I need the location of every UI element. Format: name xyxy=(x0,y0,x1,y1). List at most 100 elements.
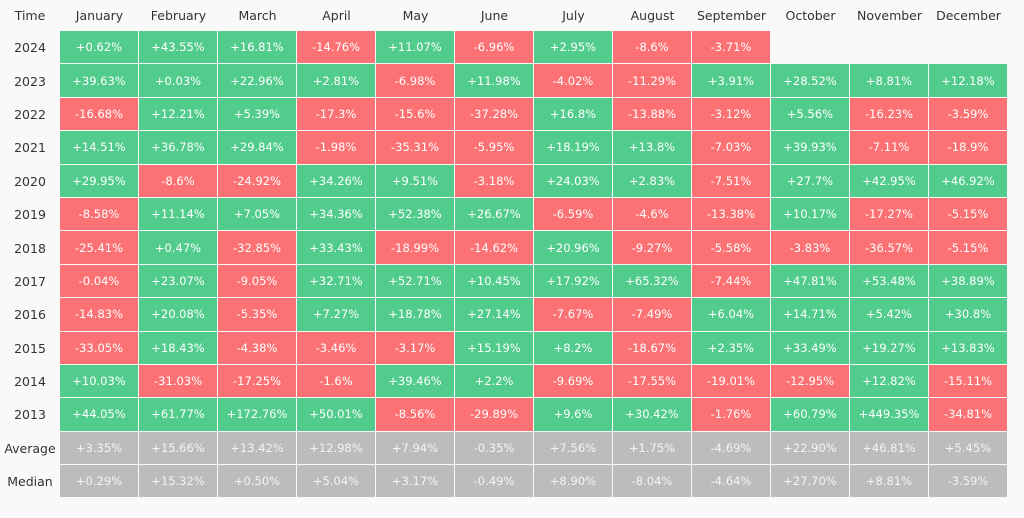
cell-2015-october: +33.49% xyxy=(771,331,849,364)
cell-2019-january: -8.58% xyxy=(60,197,138,231)
cell-2022-may: -15.6% xyxy=(376,97,454,131)
cell-2021-january: +14.51% xyxy=(60,131,138,164)
cell-2015-february: +18.43% xyxy=(139,331,217,364)
cell-2017-september: -7.44% xyxy=(692,264,770,298)
cell-median-october: +27.70% xyxy=(771,465,849,498)
cell-2013-march: +172.76% xyxy=(218,398,296,431)
cell-average-september: -4.69% xyxy=(692,431,770,465)
cell-2014-may: +39.46% xyxy=(376,364,454,398)
column-header-july: July xyxy=(562,7,585,23)
cell-2024-january: +0.62% xyxy=(60,31,138,64)
cell-average-april: +12.98% xyxy=(297,431,375,465)
row-label-average: Average xyxy=(4,440,56,456)
column-header-march: March xyxy=(238,7,277,23)
empty-cell xyxy=(929,31,1007,63)
cell-2023-may: -6.98% xyxy=(376,64,454,97)
cell-2015-april: -3.46% xyxy=(297,331,375,364)
cell-average-march: +13.42% xyxy=(218,431,296,465)
cell-2015-september: +2.35% xyxy=(692,331,770,364)
cell-2016-july: -7.67% xyxy=(534,298,612,331)
cell-2013-july: +9.6% xyxy=(534,398,612,431)
cell-2022-february: +12.21% xyxy=(139,97,217,131)
cell-2014-june: +2.2% xyxy=(455,364,533,398)
column-header-november: November xyxy=(856,7,923,23)
cell-median-july: +8.90% xyxy=(534,465,612,498)
cell-2021-october: +39.93% xyxy=(771,131,849,164)
cell-2018-march: -32.85% xyxy=(218,231,296,264)
cell-2018-september: -5.58% xyxy=(692,231,770,264)
cell-2022-january: -16.68% xyxy=(60,97,138,131)
cell-2021-may: -35.31% xyxy=(376,131,454,164)
cell-2024-september: -3.71% xyxy=(692,31,770,64)
cell-average-january: +3.35% xyxy=(60,431,138,465)
cell-2023-november: +8.81% xyxy=(850,64,928,97)
column-header-may: May xyxy=(402,7,429,23)
cell-2019-december: -5.15% xyxy=(929,197,1007,231)
cell-2013-june: -29.89% xyxy=(455,398,533,431)
cell-2022-september: -3.12% xyxy=(692,97,770,131)
cell-2023-march: +22.96% xyxy=(218,64,296,97)
cell-2023-august: -11.29% xyxy=(613,64,691,97)
cell-2015-november: +19.27% xyxy=(850,331,928,364)
cell-average-october: +22.90% xyxy=(771,431,849,465)
cell-median-december: -3.59% xyxy=(929,465,1007,498)
cell-2024-august: -8.6% xyxy=(613,31,691,64)
cell-2015-december: +13.83% xyxy=(929,331,1007,364)
cell-2024-february: +43.55% xyxy=(139,31,217,64)
row-label-median: Median xyxy=(7,474,53,490)
cell-2016-january: -14.83% xyxy=(60,298,138,331)
cell-average-may: +7.94% xyxy=(376,431,454,465)
cell-2017-february: +23.07% xyxy=(139,264,217,298)
cell-2016-august: -7.49% xyxy=(613,298,691,331)
row-label-2018: 2018 xyxy=(14,240,46,256)
cell-2018-may: -18.99% xyxy=(376,231,454,264)
cell-2018-july: +20.96% xyxy=(534,231,612,264)
cell-2013-november: +449.35% xyxy=(850,398,928,431)
cell-2021-november: -7.11% xyxy=(850,131,928,164)
cell-2019-february: +11.14% xyxy=(139,197,217,231)
cell-median-april: +5.04% xyxy=(297,465,375,498)
cell-2015-july: +8.2% xyxy=(534,331,612,364)
row-label-2013: 2013 xyxy=(14,407,46,423)
monthly-returns-heatmap: Time January February March April May June July… xyxy=(0,0,1008,498)
cell-2014-september: -19.01% xyxy=(692,364,770,398)
cell-2022-november: -16.23% xyxy=(850,97,928,131)
row-label-2017: 2017 xyxy=(14,273,46,289)
cell-2023-february: +0.03% xyxy=(139,64,217,97)
cell-2021-december: -18.9% xyxy=(929,131,1007,164)
cell-2018-february: +0.47% xyxy=(139,231,217,264)
cell-2019-april: +34.36% xyxy=(297,197,375,231)
cell-2023-july: -4.02% xyxy=(534,64,612,97)
cell-median-february: +15.32% xyxy=(139,465,217,498)
empty-cell xyxy=(771,31,849,63)
empty-cell xyxy=(850,31,928,63)
row-label-2020: 2020 xyxy=(14,173,46,189)
cell-2019-june: +26.67% xyxy=(455,197,533,231)
cell-2013-may: -8.56% xyxy=(376,398,454,431)
header-corner-label: Time xyxy=(14,7,46,23)
cell-2020-july: +24.03% xyxy=(534,164,612,197)
cell-2013-january: +44.05% xyxy=(60,398,138,431)
cell-2023-april: +2.81% xyxy=(297,64,375,97)
column-header-january: January xyxy=(75,7,124,23)
cell-2016-september: +6.04% xyxy=(692,298,770,331)
cell-2020-september: -7.51% xyxy=(692,164,770,197)
cell-median-march: +0.50% xyxy=(218,465,296,498)
cell-2019-october: +10.17% xyxy=(771,197,849,231)
cell-2018-october: -3.83% xyxy=(771,231,849,264)
cell-2021-september: -7.03% xyxy=(692,131,770,164)
cell-2013-december: -34.81% xyxy=(929,398,1007,431)
cell-2016-december: +30.8% xyxy=(929,298,1007,331)
cell-2022-august: -13.88% xyxy=(613,97,691,131)
cell-2014-october: -12.95% xyxy=(771,364,849,398)
cell-2021-july: +18.19% xyxy=(534,131,612,164)
row-label-2021: 2021 xyxy=(14,140,46,156)
cell-2019-may: +52.38% xyxy=(376,197,454,231)
cell-2019-august: -4.6% xyxy=(613,197,691,231)
cell-average-november: +46.81% xyxy=(850,431,928,465)
cell-2018-august: -9.27% xyxy=(613,231,691,264)
row-label-2015: 2015 xyxy=(14,340,46,356)
cell-2018-june: -14.62% xyxy=(455,231,533,264)
column-header-september: September xyxy=(696,7,767,23)
cell-2015-june: +15.19% xyxy=(455,331,533,364)
